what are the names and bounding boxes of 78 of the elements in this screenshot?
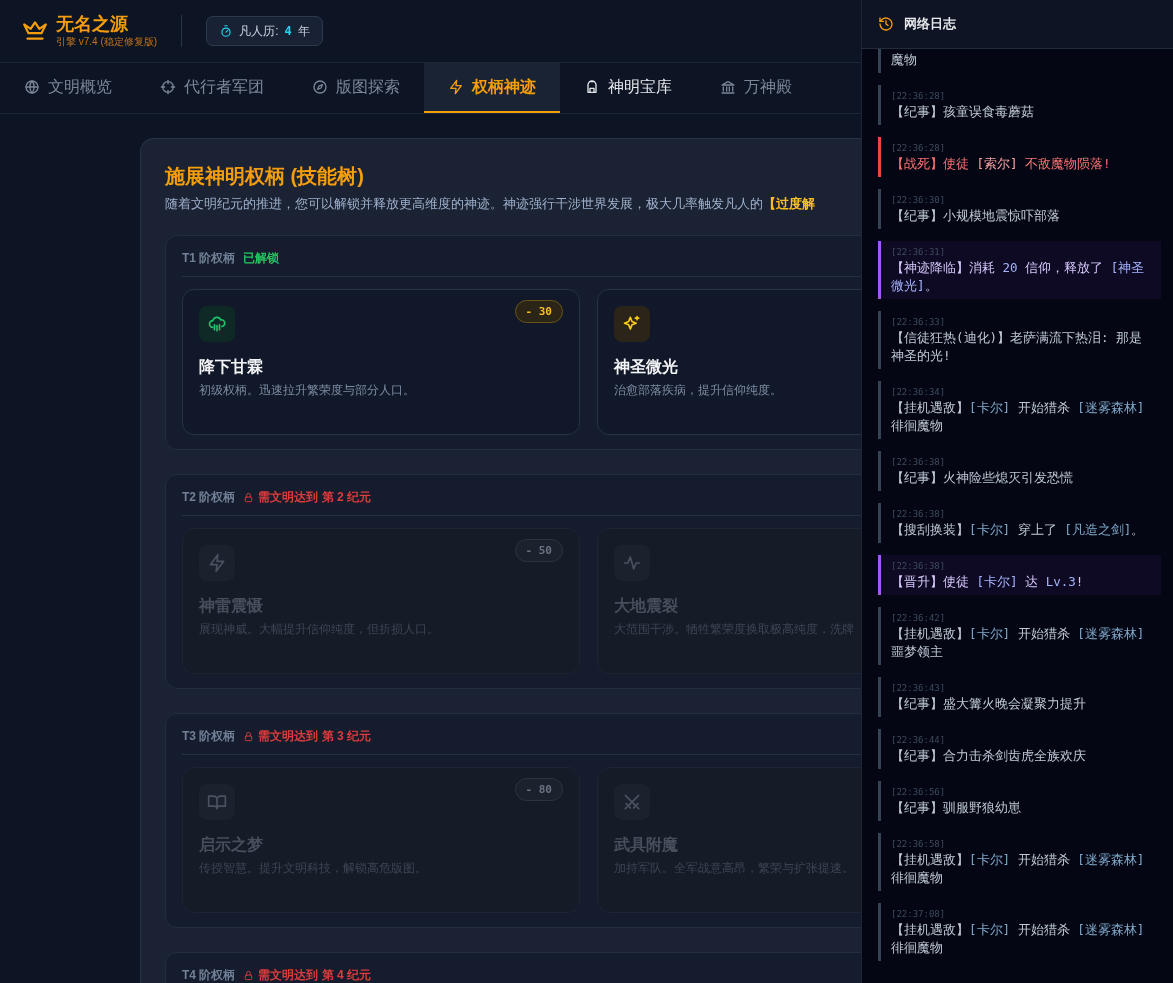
- book-icon: [207, 792, 227, 812]
- log-message: 魔物: [891, 51, 918, 69]
- cost-badge: - 80: [514, 778, 563, 801]
- log-message: 【纪事】小规模地震惊吓部落: [891, 207, 1061, 225]
- nav-tab[interactable]: 文明概览: [0, 63, 136, 113]
- compass-icon: [312, 79, 328, 95]
- tier-status: 需文明达到 第 3 纪元: [258, 728, 372, 745]
- log-time: [22:36:56]: [891, 786, 947, 799]
- log-title: 网络日志: [904, 15, 956, 33]
- log-message: 【挂机遇敌】[卡尔] 开始猎杀 [迷雾森林] 徘徊魔物: [891, 851, 1146, 887]
- log-time: [22:36:30]: [891, 194, 947, 207]
- tier-label: T4 阶权柄: [182, 967, 236, 983]
- pulse-icon: [622, 553, 642, 573]
- app-title: 无名之源: [56, 13, 129, 35]
- log-message: 【纪事】盛大篝火晚会凝聚力提升: [891, 695, 1087, 713]
- log-time: [22:36:43]: [891, 682, 947, 695]
- skill-description: 治愈部落疾病，提升信仰纯度。: [614, 382, 783, 399]
- nav-tab[interactable]: 万神殿: [696, 63, 816, 113]
- log-message: 【挂机遇敌】[卡尔] 开始猎杀 [迷雾森林] 噩梦领主: [891, 625, 1146, 661]
- log-message: 【挂机遇敌】[卡尔] 开始猎杀 [迷雾森林] 徘徊魔物: [891, 399, 1146, 435]
- timer-icon: [219, 24, 234, 38]
- log-time: [22:36:33]: [891, 316, 947, 329]
- tier-status: 需文明达到 第 4 纪元: [258, 967, 372, 983]
- lock-icon: [243, 970, 255, 981]
- tier-label: T1 阶权柄: [182, 250, 236, 267]
- era-value: 4: [284, 24, 292, 38]
- intro-text: 随着文明纪元的推进，您可以解锁并释放更高维度的神迹。神迹强行干涉世界发展，极大几率触发凡人的【过度解: [165, 195, 816, 213]
- backpack-icon: [584, 79, 600, 95]
- log-message: 【信徒狂热(迪化)】老萨满流下热泪: 那是神圣的光!: [891, 329, 1144, 365]
- rain-cloud-icon: [207, 314, 227, 334]
- lightning-icon: [207, 553, 227, 573]
- section-title: 施展神明权柄 (技能树): [165, 164, 365, 189]
- tier-status: 需文明达到 第 2 纪元: [258, 489, 372, 506]
- tier-label: T3 阶权柄: [182, 728, 236, 745]
- log-time: [22:36:34]: [891, 386, 947, 399]
- nav-tab[interactable]: 神明宝库: [560, 63, 696, 113]
- tier-status: 已解锁: [243, 250, 280, 267]
- log-message: 【晋升】使徒 [卡尔] 达 Lv.3!: [891, 573, 1085, 591]
- era-unit: 年: [297, 22, 310, 40]
- temple-icon: [720, 79, 736, 95]
- log-message: 【纪事】火神险些熄灭引发恐慌: [891, 469, 1074, 487]
- log-message: 【战死】使徒 [索尔] 不敌魔物陨落!: [891, 155, 1112, 173]
- cost-badge: - 50: [514, 539, 563, 562]
- tier-label: T2 阶权柄: [182, 489, 236, 506]
- log-time: [22:36:31]: [891, 246, 947, 259]
- log-message: 【纪事】孩童误食毒蘑菇: [891, 103, 1035, 121]
- log-time: [22:36:58]: [891, 838, 947, 851]
- lightning-icon: [448, 79, 464, 95]
- log-message: 【挂机遇敌】[卡尔] 开始猎杀 [迷雾森林] 徘徊魔物: [891, 921, 1146, 957]
- skill-card[interactable]: - 30 降下甘霖 初级权柄。迅速拉升繁荣度与部分人口。: [182, 289, 580, 435]
- log-message: 【纪事】驯服野狼幼崽: [891, 799, 1022, 817]
- cost-badge: - 30: [514, 300, 563, 323]
- skill-name: 降下甘霖: [199, 357, 264, 377]
- nav-tab[interactable]: 版图探索: [288, 63, 424, 113]
- crosshair-icon: [160, 79, 176, 95]
- log-time: [22:36:42]: [891, 612, 947, 625]
- log-message: 【神迹降临】消耗 20 信仰，释放了 [神圣微光]。: [891, 259, 1146, 295]
- skill-card[interactable]: 神圣微光 治愈部落疾病，提升信仰纯度。: [597, 289, 861, 435]
- log-time: [22:36:28]: [891, 90, 947, 103]
- log-message: 【搜刮换装】[卡尔] 穿上了 [凡造之剑]。: [891, 521, 1146, 539]
- skill-name: 神圣微光: [614, 357, 679, 377]
- version-label: 引擎 v7.4 (稳定修复版): [56, 35, 158, 49]
- skill-description: 初级权柄。迅速拉升繁荣度与部分人口。: [199, 382, 416, 399]
- nav-tab[interactable]: 代行者军团: [136, 63, 288, 113]
- globe-icon: [24, 79, 40, 95]
- log-time: [22:36:38]: [891, 456, 947, 469]
- era-label: 凡人历:: [239, 22, 279, 40]
- nav-tab[interactable]: 权柄神迹: [424, 63, 560, 113]
- log-time: [22:36:28]: [891, 142, 947, 155]
- lock-icon: [243, 492, 255, 503]
- log-time: [22:37:08]: [891, 908, 947, 921]
- lock-icon: [243, 731, 255, 742]
- log-time: [22:36:44]: [891, 734, 947, 747]
- log-message: 【纪事】合力击杀剑齿虎全族欢庆: [891, 747, 1087, 765]
- swords-icon: [622, 792, 642, 812]
- log-time: [22:36:38]: [891, 508, 947, 521]
- log-time: [22:36:38]: [891, 560, 947, 573]
- history-icon: [878, 16, 894, 32]
